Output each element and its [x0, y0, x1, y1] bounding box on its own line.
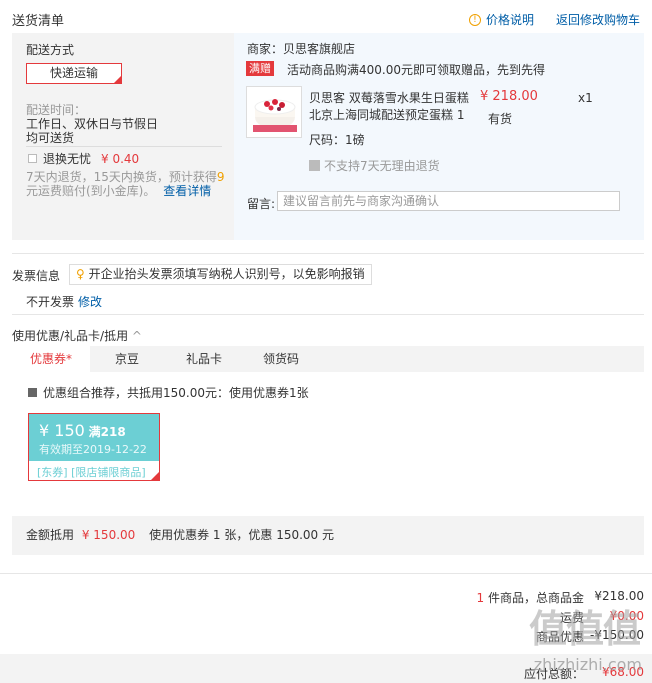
item-count: 1	[476, 591, 485, 605]
product-title-1[interactable]: 贝思客 双莓落雪水果生日蛋糕	[309, 89, 469, 106]
invoice-tip-text: 开企业抬头发票须填写纳税人识别号，以免影响报销	[88, 267, 365, 281]
delivery-time-value-2: 均可送货	[26, 131, 75, 145]
invoice-tip: ♀ 开企业抬头发票须填写纳税人识别号，以免影响报销	[69, 264, 372, 285]
deduct-amount: ¥ 150.00	[81, 528, 136, 542]
return-desc-text-2: 元运费赔付(到小金库)。	[26, 184, 156, 198]
invoice-edit-link[interactable]: 修改	[78, 293, 102, 310]
coupon-amount-row: ¥ 150 满218	[39, 414, 159, 440]
stock-status: 有货	[488, 112, 513, 126]
tab-star: *	[66, 352, 72, 366]
discount-tabs: 优惠券* 京豆 礼品卡 领货码	[12, 346, 644, 372]
express-shipping-button[interactable]: 快递运输	[26, 63, 122, 84]
divider	[12, 314, 644, 315]
no-return-text: 不支持7天无理由退货	[324, 159, 440, 173]
coupon-tags: [东券] [限店铺限商品]	[37, 466, 146, 479]
coupon-expiry: 有效期至2019-12-22	[39, 443, 147, 456]
price-note-link[interactable]: 价格说明	[486, 11, 534, 28]
info-icon: !	[468, 13, 481, 26]
cake-icon	[247, 87, 301, 137]
watermark-logo: 值值值	[528, 607, 641, 651]
tab-jingdou[interactable]: 京豆	[90, 346, 164, 372]
chevron-up-icon: ^	[131, 329, 142, 343]
coupon-top: ¥ 150 满218 有效期至2019-12-22	[29, 414, 159, 461]
invoice-status: 不开发票	[26, 295, 75, 309]
deduct-desc: 使用优惠券 1 张，优惠 150.00 元	[149, 528, 334, 542]
watermark-url: zhizhizhi.com	[533, 655, 642, 674]
coupon-amount: ¥ 150	[39, 421, 85, 440]
promo-text: 活动商品购满400.00元即可领取赠品，先到先得	[287, 63, 545, 77]
coupon-condition: 满218	[88, 425, 126, 439]
selected-corner-icon	[114, 76, 121, 83]
product-image[interactable]	[246, 86, 302, 138]
return-desc-num: 9	[216, 170, 225, 184]
back-to-cart-link[interactable]: 返回修改购物车	[556, 11, 640, 28]
tab-gift-card[interactable]: 礼品卡	[164, 346, 244, 372]
tab-coupon[interactable]: 优惠券*	[12, 346, 90, 372]
deduct-row: 金额抵用 ¥ 150.00 使用优惠券 1 张，优惠 150.00 元	[26, 526, 334, 543]
divider	[26, 146, 222, 147]
page-title: 送货清单	[12, 14, 65, 29]
promo-badge: 满赠	[246, 61, 274, 76]
product-price: ¥ 218.00	[480, 89, 538, 104]
no-return-icon	[309, 160, 320, 171]
message-input[interactable]: 建议留言前先与商家沟通确认	[277, 191, 620, 211]
no-return-row: 不支持7天无理由退货	[309, 157, 440, 174]
product-qty: x1	[578, 91, 593, 105]
shop-name[interactable]: 商家：贝思客旗舰店	[247, 40, 355, 57]
coupon-card[interactable]: ¥ 150 满218 有效期至2019-12-22 [东券] [限店铺限商品]	[28, 413, 160, 481]
return-desc-line2: 元运费赔付(到小金库)。 查看详情	[26, 182, 211, 199]
bulb-icon: ♀	[76, 267, 85, 281]
header-links: ! 价格说明 返回修改购物车	[468, 11, 640, 28]
tab-coupon-label: 优惠券	[29, 352, 66, 366]
divider	[0, 573, 652, 574]
return-service-label: 退换无忧	[43, 152, 92, 166]
invoice-label: 发票信息	[12, 269, 61, 283]
product-size: 尺码：1磅	[309, 133, 365, 147]
shipping-method-label: 配送方式	[26, 43, 75, 57]
return-service-checkbox[interactable]	[28, 154, 37, 163]
combo-text: 优惠组合推荐，共抵用150.00元：使用优惠券1张	[43, 386, 309, 400]
tab-pickup-code[interactable]: 领货码	[244, 346, 318, 372]
selected-corner-icon	[151, 472, 159, 480]
return-service-price: ¥ 0.40	[101, 151, 140, 166]
divider	[12, 253, 644, 254]
express-shipping-label: 快递运输	[49, 66, 98, 80]
return-detail-link[interactable]: 查看详情	[163, 184, 211, 198]
discount-section-title: 使用优惠/礼品卡/抵用	[12, 329, 129, 343]
product-title-2[interactable]: 北京上海同城配送预定蛋糕 1	[309, 106, 464, 123]
message-label: 留言:	[247, 197, 276, 211]
return-service-row: 退换无忧 ¥ 0.40	[28, 150, 139, 167]
combo-checkbox[interactable]	[28, 388, 37, 397]
combo-row: 优惠组合推荐，共抵用150.00元：使用优惠券1张	[28, 384, 309, 401]
deduct-label: 金额抵用	[26, 528, 75, 542]
discount-section-toggle[interactable]: 使用优惠/礼品卡/抵用 ^	[12, 327, 142, 344]
